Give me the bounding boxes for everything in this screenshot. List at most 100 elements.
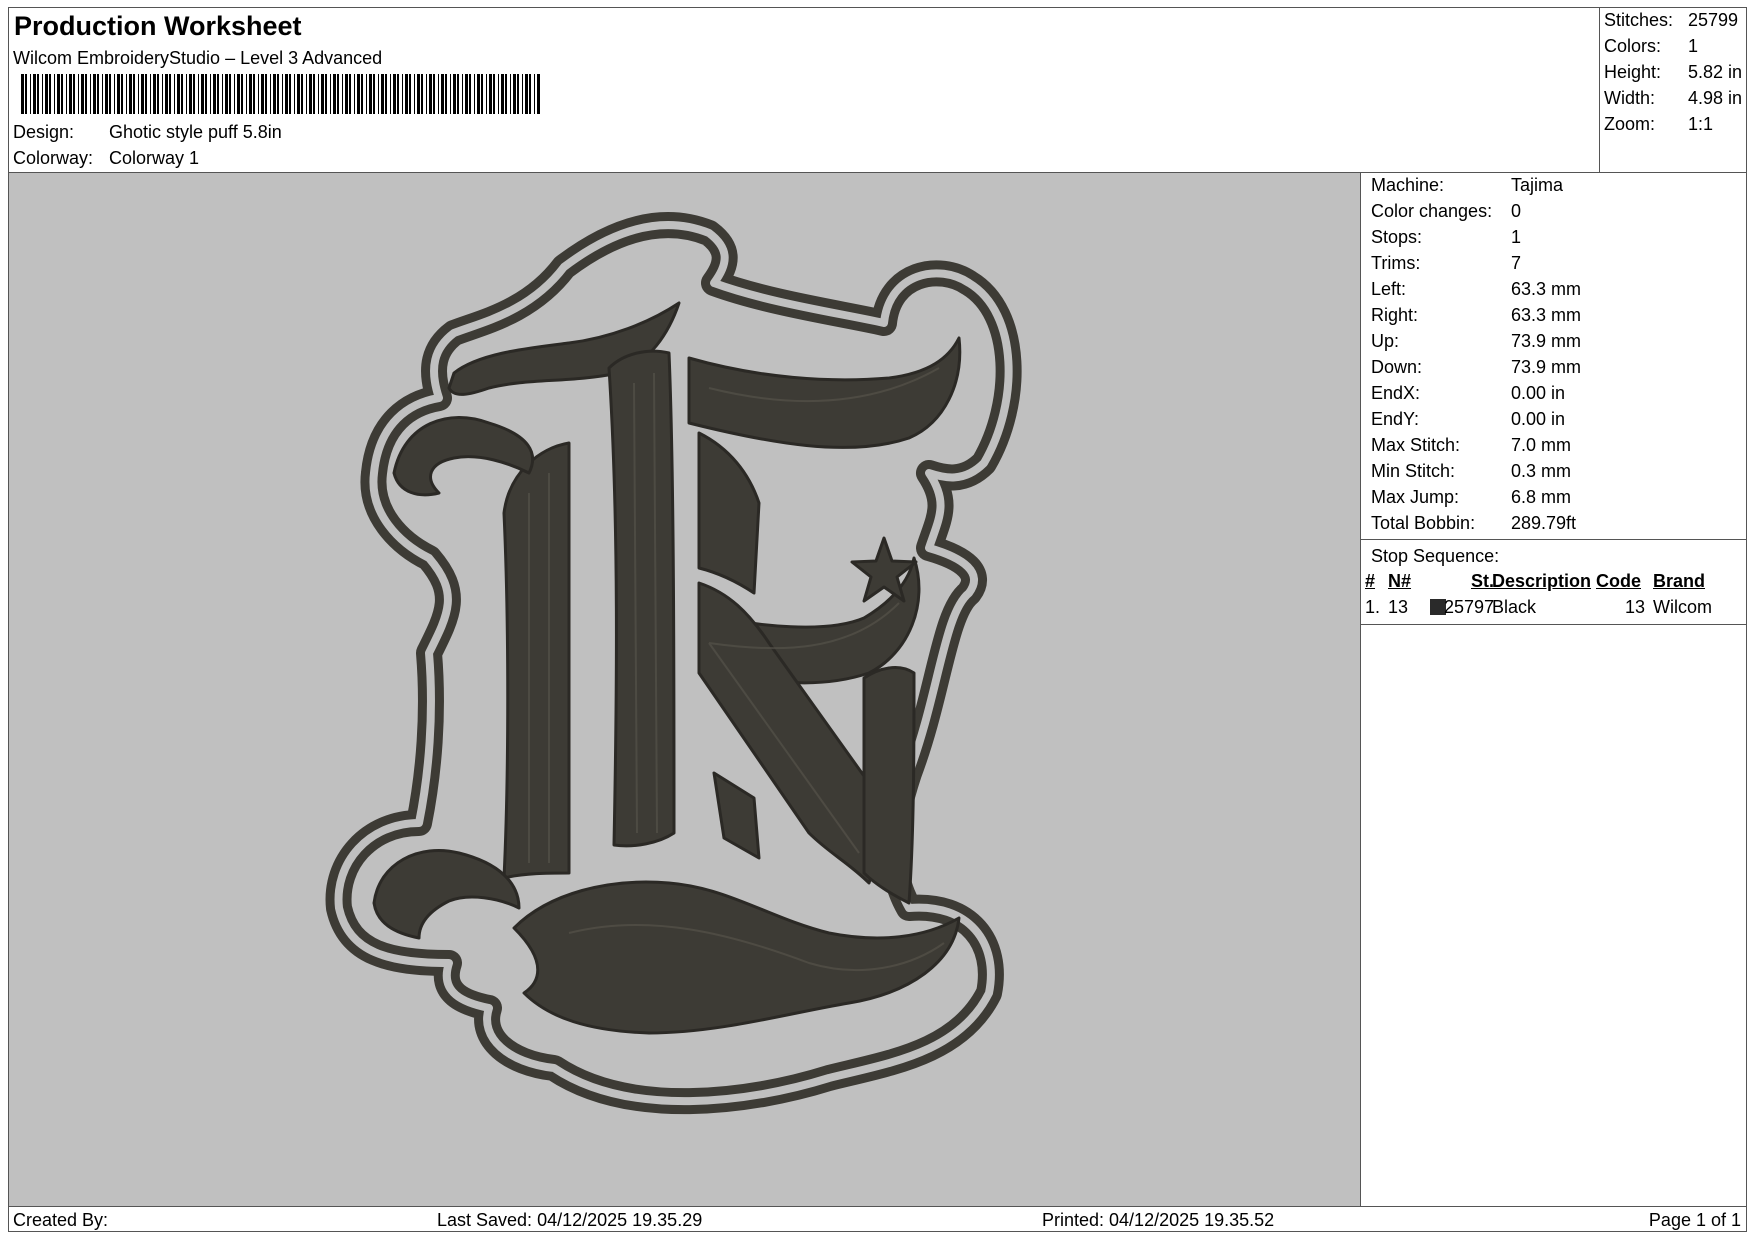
barcode-bar (270, 74, 271, 114)
barcode-bar (486, 74, 487, 114)
barcode-bar (321, 74, 324, 114)
property-label: Stops: (1371, 227, 1423, 247)
property-label: Color changes: (1371, 201, 1493, 221)
barcode-bar (81, 74, 84, 114)
barcode-bar (505, 74, 507, 114)
barcode-bar (378, 74, 379, 114)
barcode-bar (193, 74, 195, 114)
barcode-bar (189, 74, 192, 114)
barcode-bar (21, 74, 24, 114)
barcode-bar (177, 74, 180, 114)
row-description: Black (1492, 597, 1537, 617)
design-preview (9, 173, 1361, 1206)
design-stats: Stitches: 25799 Colors: 1 Height: 5.82 in W… (1599, 8, 1746, 173)
stat-stitches: Stitches: 25799 (1604, 10, 1739, 30)
barcode-bar (318, 74, 319, 114)
barcode-bar (85, 74, 87, 114)
property-value: 7.0 mm (1511, 435, 1572, 455)
barcode-bar (129, 74, 132, 114)
design-row: Design: Ghotic style puff 5.8in (13, 122, 282, 143)
property-row: Total Bobbin: 289.79ft (1371, 513, 1576, 534)
barcode-bar (249, 74, 252, 114)
property-row: Machine: Tajima (1371, 175, 1563, 196)
property-value: 1 (1511, 227, 1522, 247)
barcode-bar (433, 74, 435, 114)
col-description: Description (1492, 571, 1592, 591)
property-value: 0.00 in (1511, 409, 1566, 429)
property-value: 289.79ft (1511, 513, 1577, 533)
col-index: # (1365, 571, 1376, 591)
property-row: Max Jump: 6.8 mm (1371, 487, 1571, 508)
property-value: Tajima (1511, 175, 1564, 195)
barcode-bar (301, 74, 303, 114)
barcode-bar (441, 74, 444, 114)
barcode-bar (61, 74, 63, 114)
barcode-bar (234, 74, 235, 114)
worksheet-sheet: Production Worksheet Wilcom EmbroiderySt… (8, 7, 1747, 1232)
software-name: Wilcom EmbroideryStudio – Level 3 Advanc… (13, 48, 383, 68)
barcode-bar (465, 74, 468, 114)
barcode-bar (462, 74, 463, 114)
barcode-bar (349, 74, 351, 114)
barcode-bar (174, 74, 175, 114)
barcode-bar (109, 74, 111, 114)
property-label: Machine: (1371, 175, 1445, 195)
barcode-bar (325, 74, 327, 114)
design-value: Ghotic style puff 5.8in (109, 122, 282, 142)
barcode-bar (265, 74, 267, 114)
barcode-bar (369, 74, 372, 114)
property-row: Up: 73.9 mm (1371, 331, 1581, 352)
barcode-bar (30, 74, 31, 114)
barcode-bar (534, 74, 535, 114)
barcode-bar (421, 74, 423, 114)
embroidery-monogram-image (325, 212, 1022, 1115)
barcode-bar (330, 74, 331, 114)
property-label: Max Jump: (1371, 487, 1460, 507)
barcode-bar (481, 74, 483, 114)
barcode-bar (345, 74, 348, 114)
barcode-bar (78, 74, 79, 114)
barcode-bar (258, 74, 259, 114)
barcode-bar (105, 74, 108, 114)
property-value: 73.9 mm (1511, 357, 1582, 377)
barcode-bar (429, 74, 432, 114)
barcode-bar (150, 74, 151, 114)
barcode-bar (253, 74, 255, 114)
barcode-bar (438, 74, 439, 114)
barcode-bar (165, 74, 168, 114)
property-row: Min Stitch: 0.3 mm (1371, 461, 1571, 482)
barcode-bar (537, 74, 540, 114)
barcode-bar (261, 74, 264, 114)
barcode-bar (357, 74, 360, 114)
barcode-bar (469, 74, 471, 114)
col-brand: Brand (1653, 571, 1706, 591)
property-row: Trims: 7 (1371, 253, 1521, 274)
barcode-bar (493, 74, 495, 114)
col-stitches: St. (1471, 571, 1495, 591)
barcode-bar (313, 74, 315, 114)
barcode-bar (489, 74, 492, 114)
barcode-bar (66, 74, 67, 114)
barcode-bar (405, 74, 408, 114)
barcode-bar (373, 74, 375, 114)
barcode-bar (309, 74, 312, 114)
barcode-bar (33, 74, 36, 114)
property-row: EndY: 0.00 in (1371, 409, 1565, 430)
barcode-bar (153, 74, 156, 114)
barcode-bar (69, 74, 72, 114)
barcode-bar (294, 74, 295, 114)
property-label: Min Stitch: (1371, 461, 1456, 481)
barcode-bar (121, 74, 123, 114)
barcode-bar (169, 74, 171, 114)
barcode (21, 74, 540, 114)
barcode-bar (198, 74, 199, 114)
barcode-bar (133, 74, 135, 114)
barcode-bar (385, 74, 387, 114)
barcode-bar (477, 74, 480, 114)
barcode-bar (201, 74, 204, 114)
barcode-bar (162, 74, 163, 114)
stop-sequence: Stop Sequence: # N# St. Description Code… (1361, 539, 1746, 625)
barcode-bar (93, 74, 96, 114)
row-brand: Wilcom (1653, 597, 1712, 617)
barcode-bar (282, 74, 283, 114)
